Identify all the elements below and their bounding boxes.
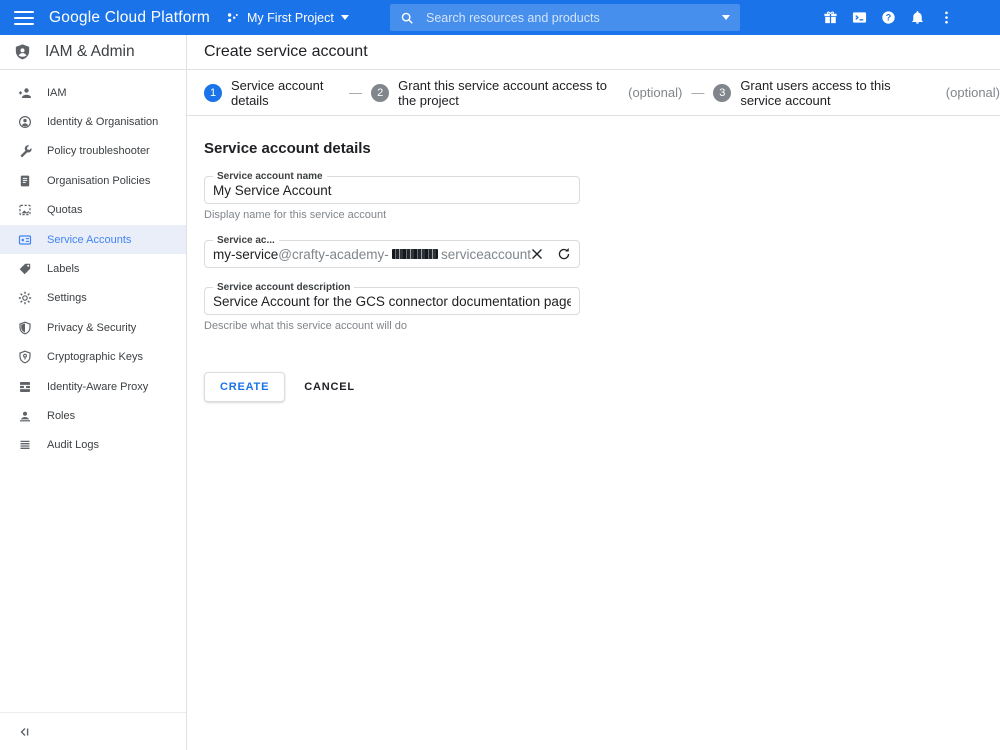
cloud-shell-icon[interactable] <box>852 10 867 25</box>
main-content: Create service account 1 Service account… <box>187 35 1000 750</box>
label-tag-icon <box>18 262 32 276</box>
description-field-group: Service account description Describe wha… <box>204 287 580 332</box>
redacted-project-id <box>392 249 438 259</box>
step-1-label: Service account details <box>231 78 340 108</box>
svg-text:?: ? <box>886 13 891 23</box>
identity-person-icon <box>18 115 32 129</box>
service-account-id-field[interactable]: Service ac... my-service @crafty-academy… <box>204 240 580 268</box>
sidebar-item-roles[interactable]: Roles <box>0 401 186 430</box>
list-lines-icon <box>18 438 32 452</box>
quotas-frame-icon <box>18 203 32 217</box>
proxy-layers-icon <box>18 380 32 394</box>
menu-icon[interactable] <box>14 11 34 25</box>
step-2: 2 Grant this service account access to t… <box>371 78 682 108</box>
service-account-description-input[interactable] <box>213 294 571 309</box>
id-domain-suffix: serviceaccount <box>441 247 531 262</box>
step-separator: — <box>691 85 704 100</box>
id-field-label: Service ac... <box>213 235 279 246</box>
search-icon <box>400 11 414 25</box>
refresh-id-icon[interactable] <box>557 247 571 261</box>
project-icon <box>226 11 240 25</box>
page-title: Create service account <box>204 43 368 61</box>
sidebar-item-privacy-security[interactable]: Privacy & Security <box>0 313 186 342</box>
sidebar-item-service-accounts[interactable]: Service Accounts <box>0 225 186 254</box>
name-field-label: Service account name <box>213 171 327 182</box>
step-2-label: Grant this service account access to the… <box>398 78 615 108</box>
section-title: Service account details <box>204 140 1000 157</box>
search-input[interactable] <box>426 11 722 25</box>
project-selector[interactable]: My First Project <box>226 11 349 25</box>
service-account-card-icon <box>18 233 32 247</box>
step-1: 1 Service account details <box>204 78 340 108</box>
id-domain-prefix: @crafty-academy- <box>278 247 388 262</box>
more-vert-icon[interactable] <box>939 10 954 25</box>
sidebar-item-iam[interactable]: IAM <box>0 78 186 107</box>
cancel-button[interactable]: CANCEL <box>304 381 355 393</box>
project-caret-icon <box>341 15 349 20</box>
step-2-optional: (optional) <box>628 85 682 100</box>
notifications-icon[interactable] <box>910 10 925 25</box>
step-3-optional: (optional) <box>946 85 1000 100</box>
service-account-name-input[interactable] <box>213 183 571 198</box>
top-app-bar: Google Cloud Platform My First Project <box>0 0 1000 35</box>
gear-icon <box>18 291 32 305</box>
shield-key-icon <box>18 350 32 364</box>
sidebar-title: IAM & Admin <box>45 43 135 61</box>
service-account-form: Service account details Service account … <box>187 116 1000 402</box>
id-field-group: Service ac... my-service @crafty-academy… <box>204 240 580 268</box>
person-add-icon <box>18 86 32 100</box>
name-field-group: Service account name Display name for th… <box>204 176 580 221</box>
description-field-helper: Describe what this service account will … <box>204 320 580 332</box>
gift-icon[interactable] <box>823 10 838 25</box>
name-field-helper: Display name for this service account <box>204 209 580 221</box>
iam-admin-shield-icon <box>13 43 32 62</box>
sidebar-item-settings[interactable]: Settings <box>0 284 186 313</box>
gcp-logo[interactable]: Google Cloud Platform <box>49 9 210 27</box>
sidebar-header: IAM & Admin <box>0 35 186 70</box>
description-field-label: Service account description <box>213 282 354 293</box>
step-3-number: 3 <box>713 84 731 102</box>
roles-person-icon <box>18 409 32 423</box>
sidebar-item-labels[interactable]: Labels <box>0 254 186 283</box>
step-1-number: 1 <box>204 84 222 102</box>
document-icon <box>18 174 32 188</box>
shield-half-icon <box>18 321 32 335</box>
wrench-icon <box>18 144 32 158</box>
step-2-number: 2 <box>371 84 389 102</box>
sidebar-item-audit-logs[interactable]: Audit Logs <box>0 431 186 460</box>
sidebar-item-identity-aware-proxy[interactable]: Identity-Aware Proxy <box>0 372 186 401</box>
sidebar-collapse[interactable] <box>0 712 186 750</box>
help-icon[interactable]: ? <box>881 10 896 25</box>
sidebar-item-organisation-policies[interactable]: Organisation Policies <box>0 166 186 195</box>
sidebar: IAM & Admin IAM Identity & Organisation <box>0 35 187 750</box>
sidebar-item-quotas[interactable]: Quotas <box>0 196 186 225</box>
step-separator: — <box>349 85 362 100</box>
sidebar-nav: IAM Identity & Organisation Policy troub… <box>0 70 186 460</box>
search-caret-icon[interactable] <box>722 15 730 20</box>
step-3: 3 Grant users access to this service acc… <box>713 78 1000 108</box>
sidebar-item-identity-organisation[interactable]: Identity & Organisation <box>0 107 186 136</box>
project-name: My First Project <box>247 11 334 25</box>
id-value: my-service <box>213 247 278 262</box>
collapse-panel-icon <box>17 725 31 739</box>
global-search[interactable] <box>390 4 740 31</box>
sidebar-item-cryptographic-keys[interactable]: Cryptographic Keys <box>0 343 186 372</box>
page-header: Create service account <box>187 35 1000 70</box>
stepper: 1 Service account details — 2 Grant this… <box>187 70 1000 116</box>
clear-id-icon[interactable] <box>531 248 543 260</box>
sidebar-item-policy-troubleshooter[interactable]: Policy troubleshooter <box>0 137 186 166</box>
create-button[interactable]: CREATE <box>204 372 285 402</box>
step-3-label: Grant users access to this service accou… <box>740 78 932 108</box>
